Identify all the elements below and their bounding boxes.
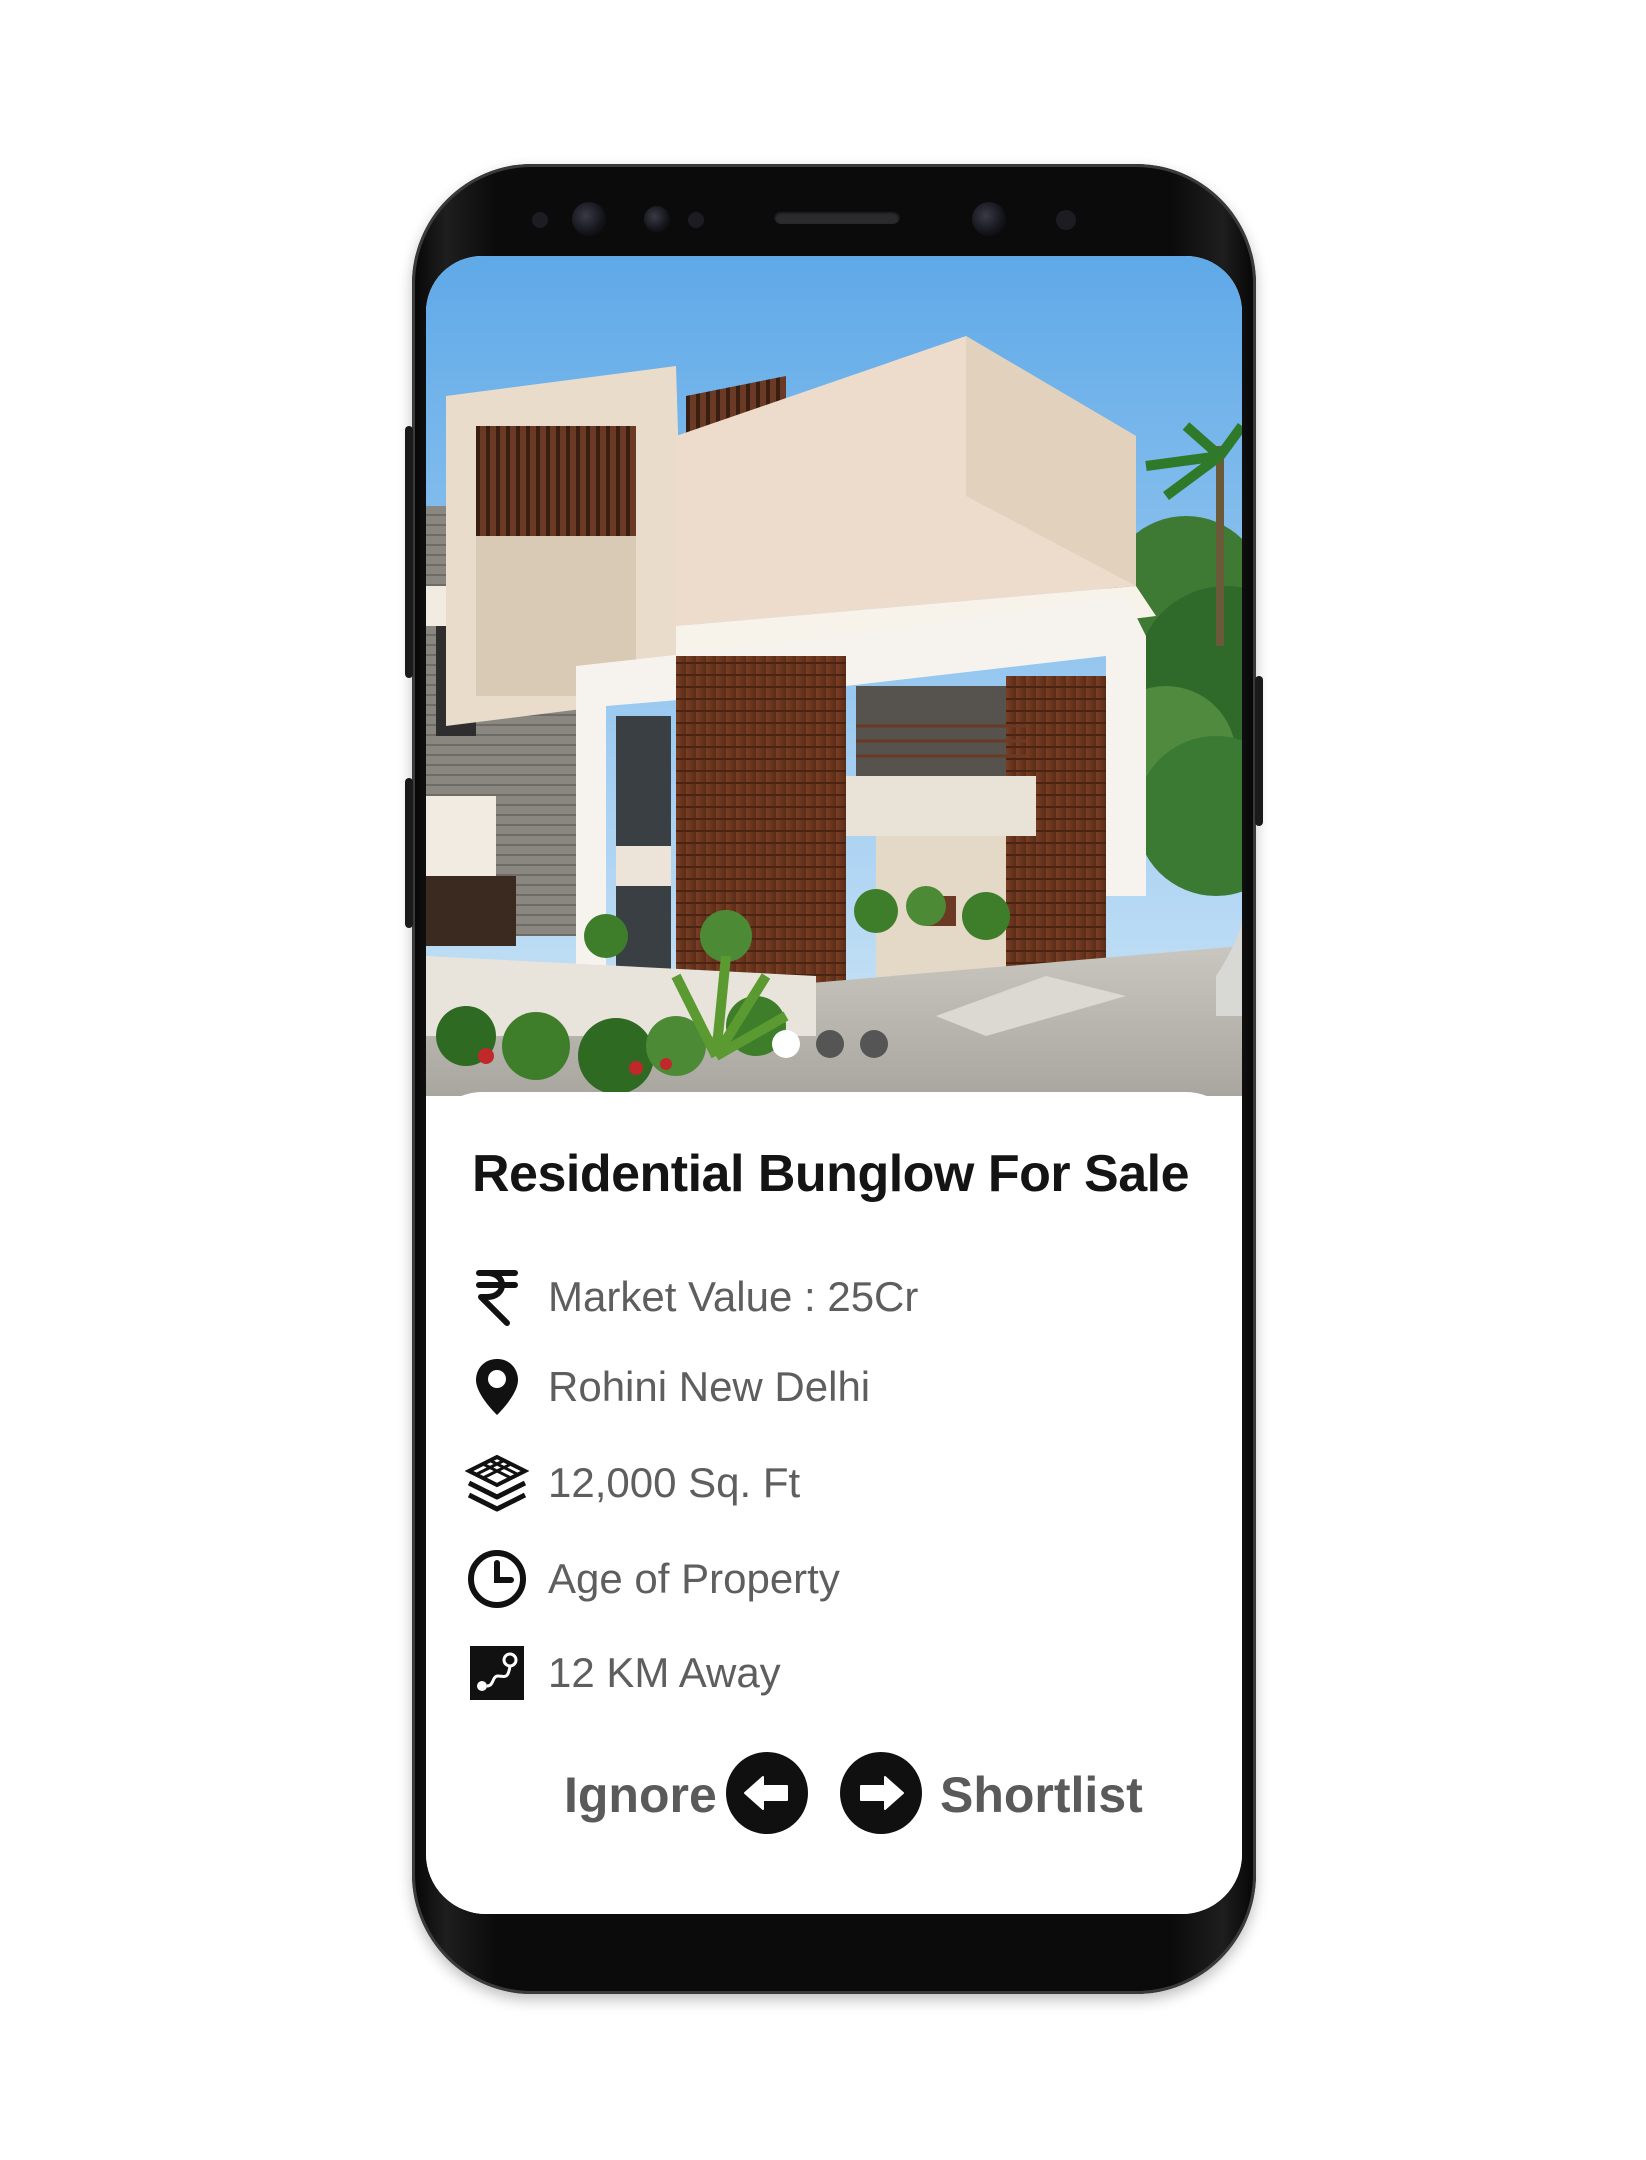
ignore-button[interactable] [726,1752,808,1834]
phone-screen: Residential Bunglow For Sale Market Valu… [426,256,1242,1914]
listing-card: Residential Bunglow For Sale Market Valu… [426,1092,1242,1914]
property-photo[interactable] [426,256,1242,1096]
sensor-dot [1056,210,1076,230]
ignore-label[interactable]: Ignore [564,1766,717,1824]
power-button [1255,676,1263,826]
carousel-dot[interactable] [816,1030,844,1058]
route-icon [462,1638,532,1708]
detail-area: 12,000 Sq. Ft [462,1448,800,1518]
location-pin-icon [462,1352,532,1422]
shortlist-label[interactable]: Shortlist [940,1766,1143,1824]
arrow-right-icon [860,1776,904,1810]
arrow-left-icon [744,1776,788,1810]
light-sensor [644,206,670,232]
rupee-icon [462,1262,532,1332]
listing-title: Residential Bunglow For Sale [472,1145,1190,1203]
detail-text: 12 KM Away [548,1649,781,1696]
volume-down-button [405,778,413,928]
detail-text: Market Value : 25Cr [548,1273,919,1320]
iris-scanner [572,202,606,236]
front-camera [972,202,1006,236]
detail-age: Age of Property [462,1544,840,1614]
carousel-dot-active[interactable] [772,1030,800,1058]
detail-text: 12,000 Sq. Ft [548,1459,801,1506]
swipe-actions: Ignore Shortlist [426,1752,1242,1842]
phone-frame: Residential Bunglow For Sale Market Valu… [405,164,1263,1994]
detail-market-value: Market Value : 25Cr [462,1262,918,1332]
clock-icon [462,1544,532,1614]
proximity-sensor [532,212,548,228]
detail-location: Rohini New Delhi [462,1352,870,1422]
detail-text: Rohini New Delhi [548,1363,871,1410]
sensor-dot [688,212,704,228]
volume-up-button [405,426,413,678]
earpiece-speaker [774,210,900,224]
shortlist-button[interactable] [840,1752,922,1834]
layers-icon [462,1448,532,1518]
detail-text: Age of Property [548,1555,840,1602]
carousel-indicator [772,1030,888,1058]
carousel-dot[interactable] [860,1030,888,1058]
detail-distance: 12 KM Away [462,1638,781,1708]
